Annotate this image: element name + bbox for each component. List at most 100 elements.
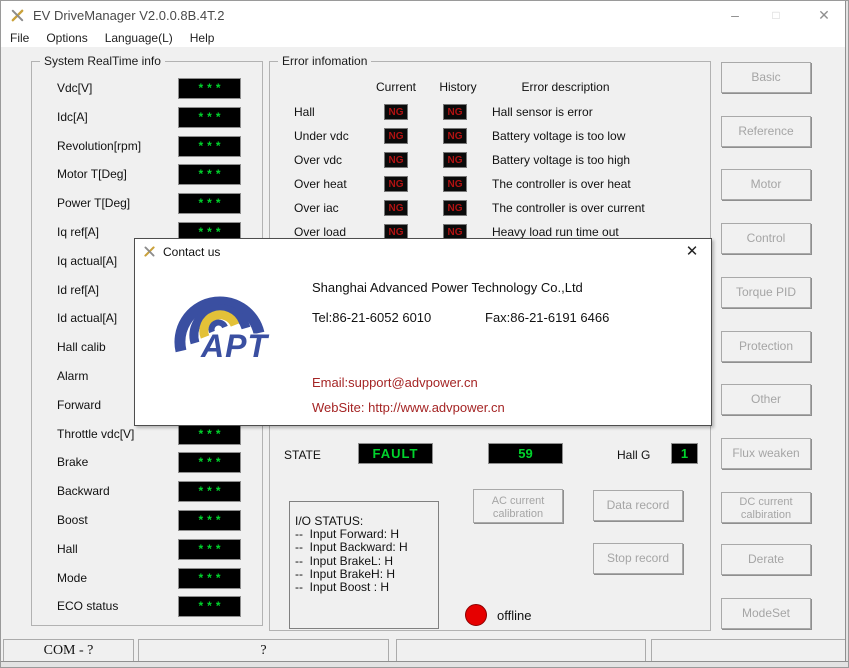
realtime-label: Hall bbox=[57, 542, 78, 556]
error-current-badge: NG bbox=[384, 200, 408, 216]
data-record-button[interactable]: Data record bbox=[593, 490, 683, 521]
realtime-label: Mode bbox=[57, 571, 87, 585]
realtime-display: *** bbox=[178, 136, 241, 157]
error-history-badge: NG bbox=[443, 104, 467, 120]
error-description: Battery voltage is too low bbox=[492, 129, 625, 143]
derate-button[interactable]: Derate bbox=[721, 544, 811, 575]
statusbar-center-cell: ? bbox=[138, 639, 389, 662]
torque-pid-button[interactable]: Torque PID bbox=[721, 277, 811, 308]
realtime-label: Iq actual[A] bbox=[57, 254, 117, 268]
stop-record-button[interactable]: Stop record bbox=[593, 543, 683, 574]
menu-bar: File Options Language(L) Help bbox=[1, 29, 848, 47]
state-label: STATE bbox=[284, 448, 321, 462]
error-row: Over vdc NG NG Battery voltage is too high bbox=[270, 152, 710, 168]
error-description: Hall sensor is error bbox=[492, 105, 593, 119]
email-link[interactable]: Email:support@advpower.cn bbox=[312, 375, 478, 390]
error-rows: Hall NG NG Hall sensor is error Under vdc NG… bbox=[270, 104, 710, 240]
realtime-display: *** bbox=[178, 107, 241, 128]
reference-button[interactable]: Reference bbox=[721, 116, 811, 147]
error-row: Under vdc NG NG Battery voltage is too low bbox=[270, 128, 710, 144]
company-name: Shanghai Advanced Power Technology Co.,L… bbox=[312, 280, 583, 295]
error-description: The controller is over heat bbox=[492, 177, 631, 191]
io-status-line: -- Input BrakeL: H bbox=[295, 555, 438, 568]
realtime-display: *** bbox=[178, 596, 241, 617]
error-history-badge: NG bbox=[443, 152, 467, 168]
dc-current-calibration-button[interactable]: DC current calbiration bbox=[721, 492, 811, 523]
title-bar[interactable]: EV DriveManager V2.0.0.8B.4T.2 – □ ✕ bbox=[1, 1, 848, 29]
window-title: EV DriveManager V2.0.0.8B.4T.2 bbox=[33, 8, 225, 23]
window-frame-bottom bbox=[1, 661, 848, 667]
error-row: Over heatNGNGThe controller is over heat bbox=[270, 176, 710, 192]
error-current-badge: NG bbox=[384, 104, 408, 120]
statusbar-com-cell: COM - ? bbox=[3, 639, 134, 662]
realtime-label: Id actual[A] bbox=[57, 311, 117, 325]
realtime-display: *** bbox=[178, 510, 241, 531]
error-history-badge: NG bbox=[443, 176, 467, 192]
window-frame-right bbox=[845, 1, 848, 667]
hall-g-label: Hall G bbox=[617, 448, 650, 462]
contact-dialog-title: Contact us bbox=[163, 245, 220, 259]
error-description: Heavy load run time out bbox=[492, 225, 619, 239]
close-button[interactable]: ✕ bbox=[804, 1, 844, 29]
contact-dialog-icon bbox=[143, 245, 156, 258]
menu-options[interactable]: Options bbox=[46, 31, 87, 45]
motor-button[interactable]: Motor bbox=[721, 169, 811, 200]
realtime-row: Vdc[V]*** bbox=[32, 78, 262, 99]
realtime-label: Brake bbox=[57, 455, 88, 469]
error-header-history: History bbox=[428, 80, 488, 94]
realtime-row: Throttle vdc[V]*** bbox=[32, 424, 262, 445]
error-label: Over vdc bbox=[294, 153, 342, 167]
modeset-button[interactable]: ModeSet bbox=[721, 598, 811, 629]
realtime-label: Throttle vdc[V] bbox=[57, 427, 134, 441]
protection-button[interactable]: Protection bbox=[721, 331, 811, 362]
control-button[interactable]: Control bbox=[721, 223, 811, 254]
contact-dialog-close-icon[interactable]: ✕ bbox=[681, 242, 703, 262]
menu-language[interactable]: Language(L) bbox=[105, 31, 173, 45]
realtime-label: Forward bbox=[57, 398, 101, 412]
error-history-badge: NG bbox=[443, 200, 467, 216]
telephone: Tel:86-21-6052 6010 bbox=[312, 310, 431, 325]
error-label: Hall bbox=[294, 105, 315, 119]
contact-dialog: Contact us ✕ APT Shanghai Advanced Power… bbox=[134, 238, 712, 426]
app-window: EV DriveManager V2.0.0.8B.4T.2 – □ ✕ Fil… bbox=[0, 0, 849, 668]
website-link[interactable]: WebSite: http://www.advpower.cn bbox=[312, 400, 505, 415]
realtime-label: Boost bbox=[57, 513, 88, 527]
statusbar-cell bbox=[651, 639, 847, 662]
realtime-label: Hall calib bbox=[57, 340, 106, 354]
ac-current-calibration-button[interactable]: AC current calibration bbox=[473, 489, 563, 523]
realtime-label: Vdc[V] bbox=[57, 81, 92, 95]
error-panel-title: Error infomation bbox=[278, 54, 371, 68]
error-label: Over iac bbox=[294, 201, 339, 215]
menu-file[interactable]: File bbox=[10, 31, 29, 45]
error-description: Battery voltage is too high bbox=[492, 153, 630, 167]
realtime-row: ECO status*** bbox=[32, 596, 262, 617]
realtime-label: Power T[Deg] bbox=[57, 196, 130, 210]
apt-logo-text: APT bbox=[200, 328, 269, 364]
error-label: Over heat bbox=[294, 177, 347, 191]
error-history-badge: NG bbox=[443, 128, 467, 144]
realtime-row: Boost *** bbox=[32, 510, 262, 531]
error-label: Under vdc bbox=[294, 129, 349, 143]
app-logo-icon bbox=[10, 8, 25, 23]
realtime-row: Backward*** bbox=[32, 481, 262, 502]
menu-help[interactable]: Help bbox=[190, 31, 215, 45]
realtime-display: *** bbox=[178, 452, 241, 473]
fax: Fax:86-21-6191 6466 bbox=[485, 310, 609, 325]
realtime-display: *** bbox=[178, 568, 241, 589]
error-current-badge: NG bbox=[384, 128, 408, 144]
flux-weaken-button[interactable]: Flux weaken bbox=[721, 438, 811, 469]
realtime-display: *** bbox=[178, 539, 241, 560]
error-description: The controller is over current bbox=[492, 201, 645, 215]
basic-button[interactable]: Basic bbox=[721, 62, 811, 93]
realtime-row: Brake *** bbox=[32, 452, 262, 473]
other-button[interactable]: Other bbox=[721, 384, 811, 415]
maximize-button[interactable]: □ bbox=[756, 1, 796, 29]
error-current-badge: NG bbox=[384, 152, 408, 168]
error-header-description: Error description bbox=[498, 80, 633, 94]
realtime-display: *** bbox=[178, 481, 241, 502]
io-status-line: -- Input Backward: H bbox=[295, 541, 438, 554]
error-label: Over load bbox=[294, 225, 346, 239]
minimize-button[interactable]: – bbox=[715, 1, 755, 29]
contact-dialog-titlebar[interactable]: Contact us ✕ bbox=[135, 239, 711, 265]
realtime-row: Revolution[rpm]*** bbox=[32, 136, 262, 157]
